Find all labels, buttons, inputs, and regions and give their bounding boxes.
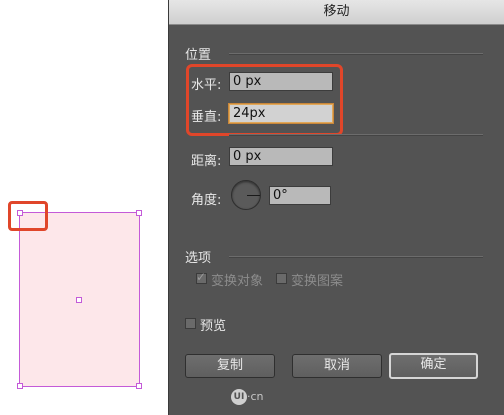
options-group-divider — [229, 256, 483, 258]
transform-patterns-label: 变换图案 — [291, 274, 344, 289]
watermark-logo-icon: UI — [231, 389, 247, 405]
preview-checkbox[interactable] — [185, 318, 196, 329]
distance-input[interactable]: 0 px — [229, 147, 333, 166]
angle-label: 角度: — [191, 193, 222, 208]
watermark: UI ·cn — [231, 387, 264, 407]
transform-objects-label: 变换对象 — [211, 274, 264, 289]
selection-center-point — [76, 297, 82, 303]
position-group-divider — [229, 53, 483, 55]
annotation-highlight-fields — [186, 64, 343, 136]
selection-handle-bottom-right[interactable] — [136, 383, 142, 389]
move-dialog: 移动 位置 水平: 0 px 垂直: 24px 距离: 0 px 角度: 0° … — [168, 0, 504, 415]
angle-input[interactable]: 0° — [269, 186, 331, 205]
angle-dial[interactable] — [231, 180, 261, 210]
distance-label: 距离: — [191, 154, 222, 169]
position-group-title: 位置 — [185, 48, 212, 63]
cancel-button[interactable]: 取消 — [292, 354, 382, 378]
watermark-text: ·cn — [247, 390, 264, 403]
copy-button[interactable]: 复制 — [185, 354, 275, 378]
artboard-canvas — [0, 0, 168, 415]
annotation-highlight-anchor — [8, 201, 48, 231]
preview-label: 预览 — [200, 319, 227, 334]
angle-needle-icon — [247, 195, 260, 196]
selection-handle-bottom-left[interactable] — [17, 383, 23, 389]
selection-handle-top-right[interactable] — [136, 210, 142, 216]
transform-objects-checkbox[interactable] — [196, 270, 207, 284]
position-inner-divider — [229, 134, 483, 136]
ok-button[interactable]: 确定 — [389, 353, 478, 379]
options-group-title: 选项 — [185, 251, 212, 266]
transform-patterns-checkbox[interactable] — [276, 273, 287, 284]
dialog-title: 移动 — [169, 0, 504, 25]
